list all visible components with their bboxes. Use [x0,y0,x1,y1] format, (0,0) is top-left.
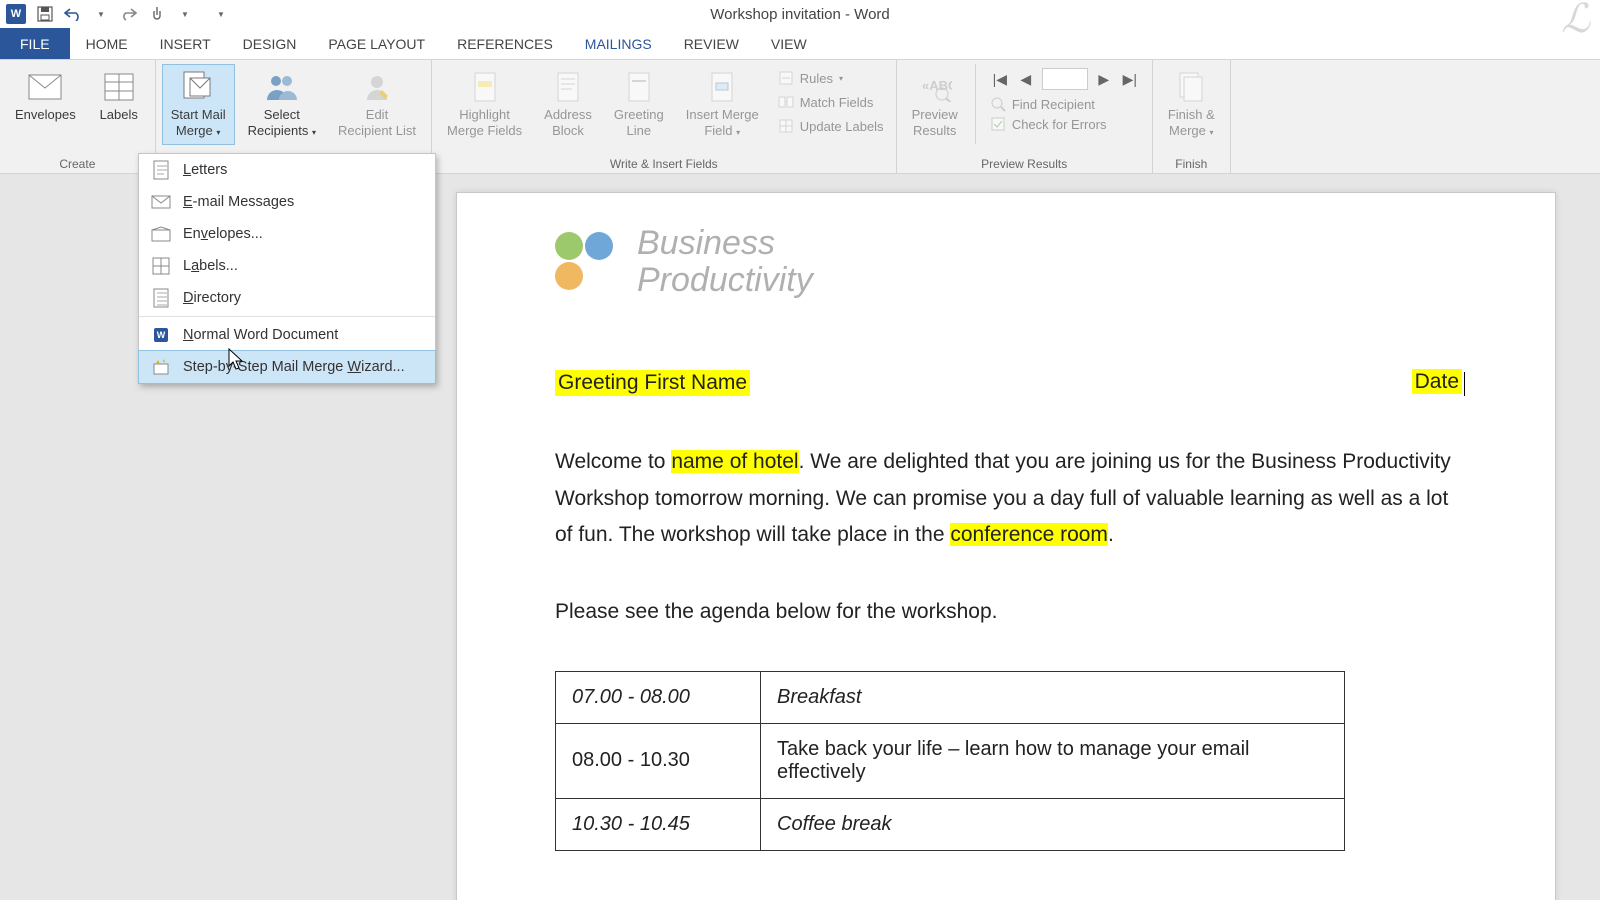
ribbon-tabstrip: FILE HOME INSERT DESIGN PAGE LAYOUT REFE… [0,28,1600,60]
ribbon-group-create: Envelopes Labels Create [0,60,156,173]
brand-logo: Business Productivity [555,225,1465,300]
touch-dropdown-icon[interactable]: ▼ [176,5,194,23]
dd-envelopes[interactable]: Envelopes... [139,218,435,250]
update-labels-button[interactable]: Update Labels [772,116,890,136]
next-record-icon[interactable]: ▶ [1094,69,1114,89]
hotel-placeholder: name of hotel [671,450,798,473]
envelope-open-icon [151,224,171,244]
match-fields-button[interactable]: Match Fields [772,92,890,112]
letter-icon [151,160,171,180]
labels-icon [101,69,137,105]
match-icon [778,94,794,110]
mail-merge-icon [180,69,216,105]
brand-text: Business Productivity [637,225,813,300]
finish-merge-button[interactable]: Finish &Merge ▾ [1159,64,1224,145]
preview-results-button[interactable]: «ABC» PreviewResults [903,64,967,145]
tab-review[interactable]: REVIEW [668,28,755,59]
rules-button[interactable]: Rules ▾ [772,68,890,88]
dd-letters[interactable]: Letters [139,154,435,186]
start-mail-merge-dropdown: Letters E-mail Messages Envelopes... Lab… [138,153,436,384]
record-navigation: |◀ ◀ ▶ ▶| [984,64,1146,94]
room-placeholder: conference room [950,523,1108,546]
greeting-icon [621,69,657,105]
redo-icon[interactable] [120,5,138,23]
agenda-table[interactable]: 07.00 - 08.00 Breakfast 08.00 - 10.30 Ta… [555,671,1345,851]
quick-access-toolbar: W ▼ ▼ ▼ [0,4,230,24]
table-row: 07.00 - 08.00 Breakfast [556,671,1345,723]
recipients-icon [264,69,300,105]
find-recipient-button[interactable]: Find Recipient [984,94,1146,114]
start-mail-merge-button[interactable]: Start MailMerge ▾ [162,64,235,145]
address-icon [550,69,586,105]
labels-button[interactable]: Labels [89,64,149,128]
ribbon-group-write-insert: HighlightMerge Fields AddressBlock Greet… [432,60,897,173]
envelopes-button[interactable]: Envelopes [6,64,85,128]
tab-mailings[interactable]: MAILINGS [569,28,668,59]
table-row: 08.00 - 10.30 Take back your life – lear… [556,723,1345,798]
tab-design[interactable]: DESIGN [227,28,313,59]
directory-icon [151,288,171,308]
highlight-merge-fields-button[interactable]: HighlightMerge Fields [438,64,531,145]
labels-small-icon [151,256,171,276]
preview-icon: «ABC» [917,69,953,105]
edit-list-icon [359,69,395,105]
greeting-line-button[interactable]: GreetingLine [605,64,673,145]
tab-references[interactable]: REFERENCES [441,28,569,59]
dd-wizard[interactable]: Step-by-Step Mail Merge Wizard... [138,350,436,384]
finish-icon [1173,69,1209,105]
touch-mode-icon[interactable] [148,5,166,23]
select-recipients-button[interactable]: SelectRecipients ▾ [239,64,325,145]
check-errors-button[interactable]: Check for Errors [984,114,1146,134]
dd-email[interactable]: E-mail Messages [139,186,435,218]
undo-icon[interactable] [64,5,82,23]
greeting-placeholder[interactable]: Greeting First Name [555,370,750,396]
first-record-icon[interactable]: |◀ [990,69,1010,89]
prev-record-icon[interactable]: ◀ [1016,69,1036,89]
window-title: Workshop invitation - Word [710,6,890,23]
wizard-icon [151,357,171,377]
save-icon[interactable] [36,5,54,23]
update-icon [778,118,794,134]
dd-labels[interactable]: Labels... [139,250,435,282]
document-page[interactable]: Business Productivity Greeting First Nam… [456,192,1556,900]
undo-dropdown-icon[interactable]: ▼ [92,5,110,23]
word-doc-icon: W [151,325,171,345]
paragraph-2[interactable]: Please see the agenda below for the work… [555,594,1465,631]
record-number-field[interactable] [1042,68,1088,90]
logo-graphic [555,232,615,292]
tab-insert[interactable]: INSERT [144,28,227,59]
rules-icon [778,70,794,86]
word-app-icon[interactable]: W [6,4,26,24]
tab-page-layout[interactable]: PAGE LAYOUT [312,28,441,59]
paragraph-1[interactable]: Welcome to name of hotel. We are delight… [555,444,1465,554]
ribbon-group-finish: Finish &Merge ▾ Finish [1153,60,1231,173]
qat-customize-icon[interactable]: ▼ [212,5,230,23]
envelope-icon [27,69,63,105]
titlebar: W ▼ ▼ ▼ Workshop invitation - Word ℒ [0,0,1600,28]
find-icon [990,96,1006,112]
tab-home[interactable]: HOME [70,28,144,59]
insert-merge-field-button[interactable]: Insert MergeField ▾ [677,64,768,145]
edit-recipient-list-button[interactable]: EditRecipient List [329,64,425,145]
date-placeholder[interactable]: Date [1412,370,1465,396]
dd-normal-doc[interactable]: W Normal Word Document [139,319,435,351]
last-record-icon[interactable]: ▶| [1120,69,1140,89]
ribbon-group-preview: «ABC» PreviewResults |◀ ◀ ▶ ▶| Find Reci… [897,60,1153,173]
address-block-button[interactable]: AddressBlock [535,64,601,145]
check-icon [990,116,1006,132]
email-icon [151,192,171,212]
dd-directory[interactable]: Directory [139,282,435,314]
tab-view[interactable]: VIEW [755,28,823,59]
highlight-icon [467,69,503,105]
table-row: 10.30 - 10.45 Coffee break [556,798,1345,850]
tab-file[interactable]: FILE [0,28,70,59]
insert-field-icon [704,69,740,105]
